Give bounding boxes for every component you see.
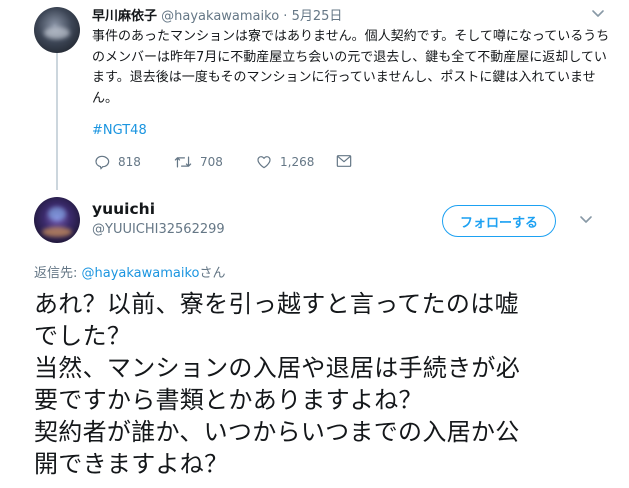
direct-message-button[interactable]: [336, 154, 352, 168]
tweet-text-line: 開できますよね？: [34, 450, 229, 478]
retweet-icon: [174, 156, 192, 168]
user-handle[interactable]: @YUUICHI32562299: [92, 222, 225, 237]
chevron-down-icon[interactable]: [590, 8, 606, 20]
reply-button[interactable]: 818: [94, 154, 141, 170]
tweet-text: あれ？以前、寮を引っ越すと言ってたのは嘘 でした？ 当然、マンションの入居や退居…: [34, 288, 624, 480]
tweet-text-line: でした？: [34, 322, 132, 350]
reply-to-mention-link[interactable]: @hayakawamaiko: [82, 266, 200, 281]
like-button[interactable]: 1,268: [256, 154, 314, 170]
display-name[interactable]: 早川麻依子: [92, 9, 157, 24]
tweet-header: 早川麻依子 @hayakawamaiko · 5月25日: [92, 5, 342, 24]
tweet-text-line: あれ？以前、寮を引っ越すと言ってたのは嘘: [34, 290, 519, 318]
header-separator: ·: [283, 9, 288, 24]
thread-connector-line: [56, 44, 58, 190]
chevron-down-icon[interactable]: [578, 214, 594, 226]
direct-message-icon: [336, 155, 352, 167]
tweet-text: 事件のあったマンションは寮ではありません。個人契約です。そして噂になっているうち…: [92, 29, 610, 106]
tweet-date[interactable]: 5月25日: [292, 9, 343, 24]
avatar-image-detail: [42, 227, 72, 237]
avatar-image-detail: [44, 27, 70, 39]
reply-count: 818: [118, 155, 141, 169]
replying-to-suffix: さん: [199, 266, 226, 281]
tweet-text-line: 当然、マンションの入居や退居は手続きが必: [34, 354, 520, 382]
replying-to: 返信先: @hayakawamaikoさん: [34, 262, 226, 281]
display-name[interactable]: yuuichi: [92, 200, 155, 218]
reply-icon: [95, 155, 110, 170]
avatar-image-detail: [48, 207, 66, 221]
hashtag-link[interactable]: #NGT48: [92, 123, 147, 138]
avatar[interactable]: [34, 197, 80, 243]
tweet-text-line: 契約者が誰か、いつからいつまでの入居か公: [34, 418, 520, 446]
follow-button[interactable]: フォローする: [442, 205, 556, 237]
replying-to-prefix: 返信先:: [34, 266, 82, 281]
like-count: 1,268: [280, 155, 315, 169]
retweet-count: 708: [200, 155, 223, 169]
retweet-button[interactable]: 708: [174, 154, 223, 170]
avatar[interactable]: [34, 7, 80, 53]
like-icon: [257, 156, 271, 169]
user-handle[interactable]: @hayakawamaiko: [161, 9, 279, 24]
tweet-text-line: 要ですから書類とかありますよね？: [34, 386, 423, 414]
